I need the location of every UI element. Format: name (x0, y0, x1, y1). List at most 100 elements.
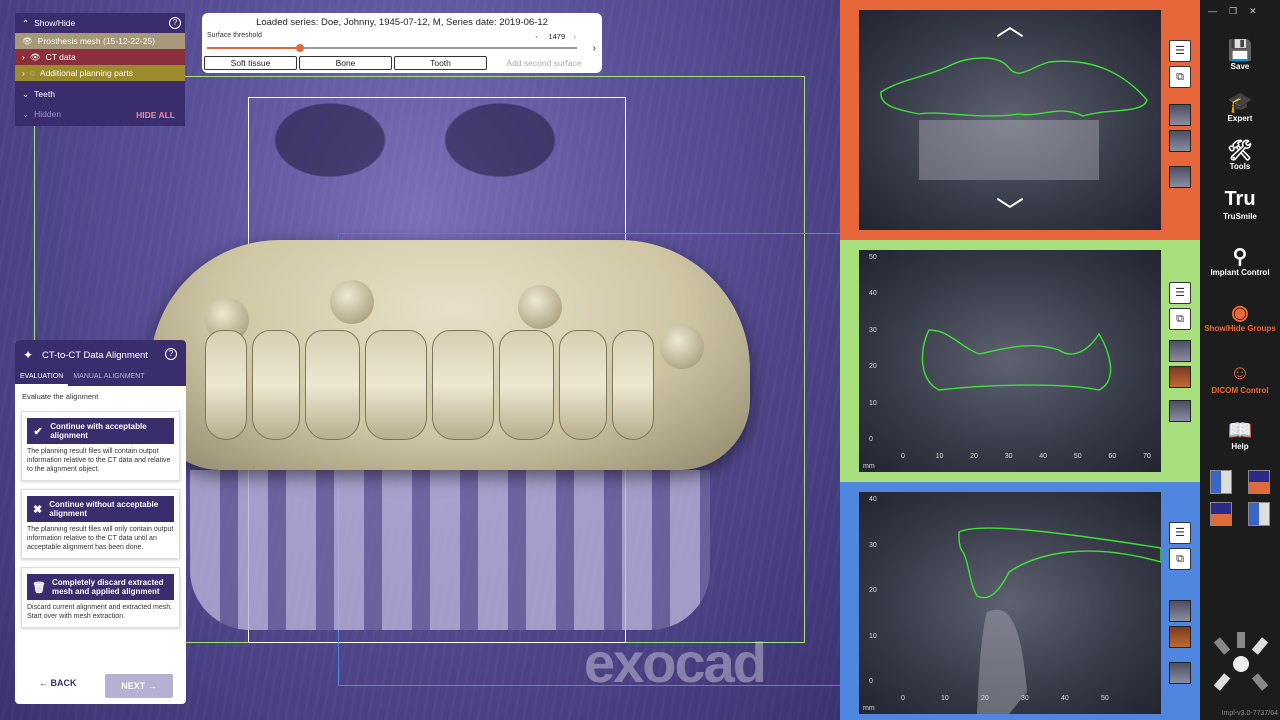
arrow-left-icon: ← (39, 678, 48, 688)
tooth-button[interactable]: Tooth (394, 56, 487, 70)
eye-icon[interactable]: 👁 (30, 52, 41, 63)
restore-icon[interactable]: ❐ (1229, 6, 1237, 17)
save-button[interactable]: 💾 Save (1200, 38, 1280, 71)
back-button[interactable]: ← BACK (39, 678, 77, 688)
y-tick-label: 50 (869, 254, 877, 261)
decrement-icon[interactable]: ‹ (536, 32, 539, 41)
threshold-slider[interactable] (207, 44, 577, 52)
arrow-right-icon: → (147, 681, 157, 691)
option-description: The planning result files will only cont… (27, 526, 174, 551)
y-tick-label: 0 (869, 678, 873, 685)
nav-arrow[interactable] (1251, 673, 1269, 691)
next-button[interactable]: NEXT → (105, 674, 173, 698)
view-thumbnail[interactable] (1169, 130, 1191, 152)
minimize-icon[interactable]: — (1208, 6, 1217, 17)
tab-manual-alignment[interactable]: MANUAL ALIGNMENT (68, 370, 149, 386)
close-icon[interactable]: ✕ (1249, 6, 1257, 17)
navigation-widget[interactable] (1212, 632, 1270, 696)
continue-without-button[interactable]: ✖ Continue without acceptable alignment (27, 496, 174, 522)
nav-arrow[interactable] (1251, 637, 1269, 655)
expert-label: Expert (1227, 114, 1253, 123)
dicom-control-button[interactable]: ☺ DICOM Control (1200, 362, 1280, 395)
trusmile-button[interactable]: Tru TruSmile (1200, 188, 1280, 221)
panoramic-slice-view[interactable]: ︿ ﹀ (859, 10, 1161, 230)
show-hide-groups-button[interactable]: ◉ Show/Hide Groups (1200, 300, 1280, 333)
hide-all-button[interactable]: HIDE ALL (136, 110, 175, 120)
x-tick-label: 30 (1021, 695, 1029, 702)
option-card-without: ✖ Continue without acceptable alignment … (21, 489, 180, 559)
implant-position-3[interactable] (518, 285, 562, 329)
layout-option[interactable] (1248, 502, 1270, 526)
tab-evaluation[interactable]: EVALUATION (15, 370, 69, 386)
view-thumbnail[interactable] (1169, 166, 1191, 188)
bone-contour (880, 57, 1148, 117)
x-tick-label: 70 (1143, 453, 1151, 460)
eye-icon[interactable]: 👁 (22, 36, 33, 47)
soft-tissue-button[interactable]: Soft tissue (204, 56, 297, 70)
view-thumbnail[interactable] (1169, 340, 1191, 362)
bone-button[interactable]: Bone (299, 56, 392, 70)
eye-off-icon[interactable]: ◌ (30, 68, 35, 78)
chevron-down-icon[interactable]: ﹀ (988, 198, 1032, 226)
sagittal-slice-view[interactable]: 40 30 20 10 0 0 10 20 30 40 50 mm (859, 492, 1161, 714)
implant-position-2[interactable] (330, 280, 374, 324)
list-menu-icon[interactable]: ☰ (1169, 522, 1191, 544)
tooth (612, 330, 654, 440)
teeth-group[interactable]: ⌄ Teeth (15, 86, 185, 102)
layer-prosthesis-mesh[interactable]: 👁 Prosthesis mesh (15-12-22-25) (15, 33, 185, 49)
head-orientation-icon[interactable] (1233, 656, 1249, 672)
layout-toggle-icon[interactable]: ⧉ (1169, 66, 1191, 88)
tools-button[interactable]: 🛠 Tools (1200, 138, 1280, 171)
chevron-up-icon: ⌃ (22, 17, 30, 28)
slider-knob[interactable] (295, 44, 304, 52)
y-tick-label: 10 (869, 399, 877, 407)
option-label: Continue with acceptable alignment (50, 422, 147, 440)
increment-icon[interactable]: › (574, 32, 577, 41)
nav-arrow[interactable] (1213, 637, 1231, 655)
x-axis-ruler: 0 10 20 30 40 50 (859, 695, 1161, 714)
loaded-series-info: Loaded series: Doe, Johnny, 1945-07-12, … (256, 17, 548, 28)
implant-control-button[interactable]: ⚲ Implant Control (1200, 244, 1280, 277)
threshold-value-control[interactable]: ‹ 1479 › (536, 32, 576, 41)
layer-ct-data[interactable]: › 👁 CT data (15, 49, 185, 65)
implant-position-4[interactable] (660, 325, 704, 369)
layout-option[interactable] (1210, 470, 1232, 494)
coronal-slice-view[interactable]: 50 40 30 20 10 0 0 10 20 30 40 50 60 70 mm (859, 250, 1161, 472)
book-icon: 📖 (1227, 420, 1253, 442)
unit-label: mm (863, 463, 875, 470)
view-thumbnail[interactable] (1169, 662, 1191, 684)
view-thumbnail[interactable] (1169, 366, 1191, 388)
layout-option[interactable] (1248, 470, 1270, 494)
help-icon[interactable]: ? (165, 348, 177, 360)
layout-toggle-icon[interactable]: ⧉ (1169, 308, 1191, 330)
list-menu-icon[interactable]: ☰ (1169, 40, 1191, 62)
view-thumbnail[interactable] (1169, 400, 1191, 422)
help-icon[interactable]: ? (169, 17, 181, 29)
show-hide-header[interactable]: ⌃ Show/Hide (15, 13, 185, 33)
layer-additional-planning-parts[interactable]: › ◌ Additional planning parts (15, 65, 185, 81)
nav-arrow[interactable] (1213, 673, 1231, 691)
continue-acceptable-button[interactable]: ✔ Continue with acceptable alignment (27, 418, 174, 444)
y-tick-label: 10 (869, 632, 877, 640)
nav-arrow[interactable] (1237, 632, 1245, 648)
option-description: The planning result files will contain o… (27, 448, 171, 473)
view-thumbnail[interactable] (1169, 104, 1191, 126)
layout-toggle-icon[interactable]: ⧉ (1169, 548, 1191, 570)
chevron-right-icon[interactable]: › (22, 68, 25, 78)
discard-button[interactable]: 🗑 Completely discard extracted mesh and … (27, 574, 174, 600)
list-menu-icon[interactable]: ☰ (1169, 282, 1191, 304)
view-thumbnail[interactable] (1169, 626, 1191, 648)
y-tick-label: 30 (869, 541, 877, 549)
layout-option[interactable] (1210, 502, 1232, 526)
surface-threshold-label: Surface threshold (207, 32, 262, 39)
chevron-right-icon[interactable]: › (593, 43, 596, 54)
view-thumbnail[interactable] (1169, 600, 1191, 622)
version-label: Impl-v3.0-7737/64 (1221, 710, 1278, 717)
help-button[interactable]: 📖 Help (1200, 418, 1280, 451)
add-second-surface-button: Add second surface (489, 56, 599, 70)
expert-button[interactable]: 🎓 Expert (1200, 90, 1280, 123)
save-label: Save (1230, 62, 1250, 71)
chevron-right-icon[interactable]: › (22, 52, 25, 62)
layer-label: Additional planning parts (39, 68, 133, 78)
chevron-up-icon[interactable]: ︿ (988, 12, 1032, 40)
